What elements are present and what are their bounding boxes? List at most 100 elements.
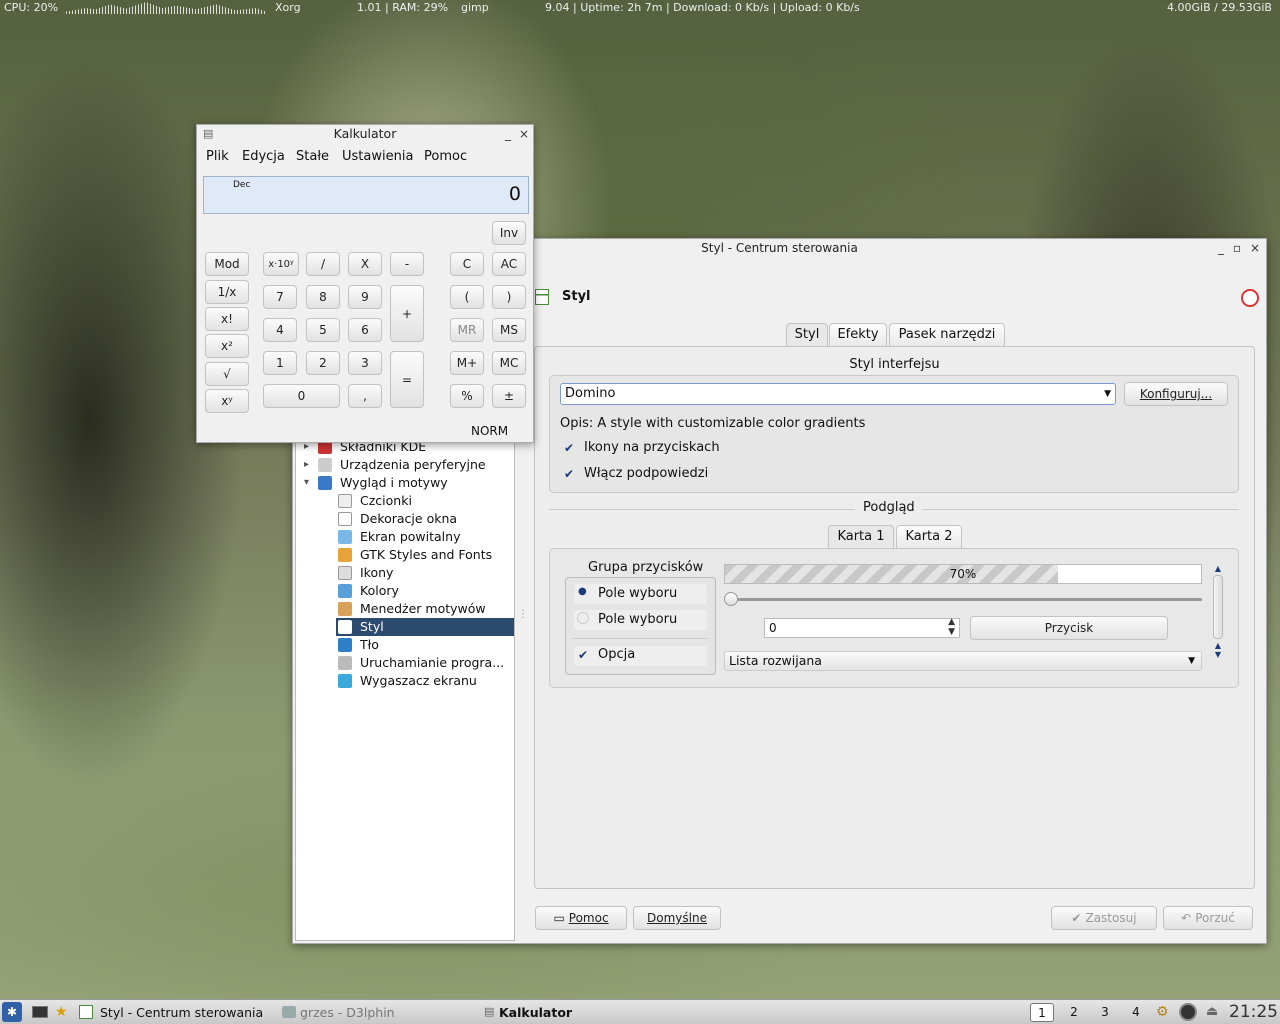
minimize-icon[interactable]: _ bbox=[1214, 239, 1228, 257]
settings-gear-icon[interactable]: ⚙ bbox=[1156, 1004, 1169, 1020]
inv-button[interactable]: Inv bbox=[492, 221, 526, 245]
digit-3-button[interactable]: 3 bbox=[348, 351, 382, 375]
tree-item-colors[interactable]: Kolory bbox=[296, 582, 514, 600]
decimal-button[interactable]: , bbox=[348, 384, 382, 408]
star-icon[interactable]: ★ bbox=[55, 1004, 68, 1020]
task-calculator[interactable]: Kalkulator bbox=[499, 1003, 572, 1022]
factorial-button[interactable]: x! bbox=[205, 307, 249, 331]
preview-tab-2[interactable]: Karta 2 bbox=[896, 525, 962, 549]
workspace-1[interactable]: 1 bbox=[1030, 1003, 1054, 1022]
push-button[interactable]: Przycisk bbox=[970, 616, 1168, 640]
radio-selected-icon[interactable]: ● bbox=[578, 586, 587, 597]
slider-track[interactable] bbox=[732, 598, 1202, 601]
percent-button[interactable]: % bbox=[450, 384, 484, 408]
task-dolphin[interactable]: grzes - D3lphin bbox=[300, 1003, 395, 1022]
right-paren-button[interactable]: ) bbox=[492, 285, 526, 309]
apply-button[interactable]: ✔ Zastosuj bbox=[1051, 906, 1157, 930]
defaults-button[interactable]: Domyślne bbox=[633, 906, 721, 930]
calculator-titlebar[interactable]: Kalkulator bbox=[197, 125, 533, 143]
tab-toolbar[interactable]: Pasek narzędzi bbox=[889, 323, 1005, 347]
menu-constants[interactable]: Stałe bbox=[296, 149, 329, 164]
memory-store-button[interactable]: MS bbox=[492, 318, 526, 342]
digit-4-button[interactable]: 4 bbox=[263, 318, 297, 342]
tree-item-gtk-styles[interactable]: GTK Styles and Fonts bbox=[296, 546, 514, 564]
terminal-icon[interactable] bbox=[32, 1006, 48, 1018]
square-button[interactable]: x² bbox=[205, 334, 249, 358]
configure-button[interactable]: Konfiguruj... bbox=[1124, 382, 1228, 406]
plus-button[interactable]: + bbox=[390, 285, 424, 342]
menu-edit[interactable]: Edycja bbox=[242, 149, 285, 164]
digit-0-button[interactable]: 0 bbox=[263, 384, 340, 408]
minus-button[interactable]: - bbox=[390, 252, 424, 276]
left-paren-button[interactable]: ( bbox=[450, 285, 484, 309]
preview-combobox[interactable]: Lista rozwijana ▼ bbox=[724, 651, 1202, 671]
power-button[interactable]: xʸ bbox=[205, 389, 249, 413]
radio-option-1[interactable]: Pole wyboru bbox=[598, 586, 677, 601]
enable-tooltips-checkbox[interactable]: Włącz podpowiedzi bbox=[584, 466, 708, 481]
style-combobox[interactable]: Domino ▼ bbox=[560, 383, 1116, 405]
memory-clear-button[interactable]: MC bbox=[492, 351, 526, 375]
digit-1-button[interactable]: 1 bbox=[263, 351, 297, 375]
workspace-3[interactable]: 3 bbox=[1093, 1003, 1117, 1022]
tree-item-splash-screen[interactable]: Ekran powitalny bbox=[296, 528, 514, 546]
menu-settings[interactable]: Ustawienia bbox=[342, 149, 413, 164]
system-tray-icon[interactable]: ⏏ bbox=[1206, 1004, 1218, 1019]
maximize-icon[interactable]: ▫ bbox=[1230, 239, 1244, 257]
kde-menu-icon[interactable]: ✱ bbox=[2, 1002, 22, 1022]
tab-effects[interactable]: Efekty bbox=[829, 323, 887, 347]
plus-minus-button[interactable]: ± bbox=[492, 384, 526, 408]
slider-handle[interactable] bbox=[724, 592, 738, 606]
menu-file[interactable]: Plik bbox=[206, 149, 229, 164]
close-icon[interactable]: × bbox=[1248, 239, 1262, 257]
tree-item-fonts[interactable]: Czcionki bbox=[296, 492, 514, 510]
exp-button[interactable]: x·10ʸ bbox=[263, 252, 299, 276]
menu-help[interactable]: Pomoc bbox=[424, 149, 467, 164]
volume-knob-icon[interactable] bbox=[1179, 1003, 1197, 1021]
sqrt-button[interactable]: √ bbox=[205, 362, 249, 386]
cancel-button[interactable]: ↶ Porzuć bbox=[1163, 906, 1253, 930]
tree-item-screensaver[interactable]: Wygaszacz ekranu bbox=[296, 672, 514, 690]
close-icon[interactable]: × bbox=[517, 125, 531, 143]
tree-item-appearance[interactable]: ▾ Wygląd i motywy bbox=[296, 474, 514, 492]
task-control-center[interactable]: Styl - Centrum sterowania bbox=[100, 1003, 263, 1022]
tree-item-icons[interactable]: Ikony bbox=[296, 564, 514, 582]
tree-item-window-decorations[interactable]: Dekoracje okna bbox=[296, 510, 514, 528]
preview-tab-1[interactable]: Karta 1 bbox=[828, 525, 894, 549]
equals-button[interactable]: = bbox=[390, 351, 424, 408]
digit-5-button[interactable]: 5 bbox=[306, 318, 340, 342]
digit-2-button[interactable]: 2 bbox=[306, 351, 340, 375]
minimize-icon[interactable]: _ bbox=[501, 125, 515, 143]
spinbox[interactable]: 0 ▲ ▼ bbox=[764, 617, 960, 638]
tree-item-background[interactable]: Tło bbox=[296, 636, 514, 654]
radio-option-2[interactable]: Pole wyboru bbox=[598, 612, 677, 627]
divide-button[interactable]: / bbox=[306, 252, 340, 276]
preview-scrollbar[interactable]: ▲ ▲ ▼ bbox=[1212, 564, 1224, 672]
clear-button[interactable]: C bbox=[450, 252, 484, 276]
workspace-4[interactable]: 4 bbox=[1124, 1003, 1148, 1022]
tree-item-theme-manager[interactable]: Menedżer motywów bbox=[296, 600, 514, 618]
digit-7-button[interactable]: 7 bbox=[263, 285, 297, 309]
radio-empty-icon[interactable] bbox=[577, 612, 589, 624]
digit-9-button[interactable]: 9 bbox=[348, 285, 382, 309]
tree-item-launch-feedback[interactable]: Uruchamianie progra... bbox=[296, 654, 514, 672]
splitter-handle[interactable]: ⋮ bbox=[518, 609, 528, 620]
tree-item-peripherals[interactable]: ▸ Urządzenia peryferyjne bbox=[296, 456, 514, 474]
help-button[interactable]: ▭ Pomoc bbox=[535, 906, 627, 930]
memory-recall-button[interactable]: MR bbox=[450, 318, 484, 342]
memory-add-button[interactable]: M+ bbox=[450, 351, 484, 375]
workspace-2[interactable]: 2 bbox=[1062, 1003, 1086, 1022]
help-lifebuoy-icon[interactable] bbox=[1241, 289, 1259, 307]
checkmark-icon[interactable]: ✔ bbox=[562, 441, 576, 455]
multiply-button[interactable]: X bbox=[348, 252, 382, 276]
digit-6-button[interactable]: 6 bbox=[348, 318, 382, 342]
checkmark-icon[interactable]: ✔ bbox=[576, 648, 590, 662]
checkmark-icon[interactable]: ✔ bbox=[562, 467, 576, 481]
mod-button[interactable]: Mod bbox=[205, 252, 249, 276]
option-checkbox[interactable]: Opcja bbox=[598, 647, 635, 662]
tree-item-style[interactable]: Styl bbox=[336, 618, 514, 636]
reciprocal-button[interactable]: 1/x bbox=[205, 280, 249, 304]
digit-8-button[interactable]: 8 bbox=[306, 285, 340, 309]
tab-style[interactable]: Styl bbox=[786, 323, 828, 347]
icons-on-buttons-checkbox[interactable]: Ikony na przyciskach bbox=[584, 440, 720, 455]
all-clear-button[interactable]: AC bbox=[492, 252, 526, 276]
